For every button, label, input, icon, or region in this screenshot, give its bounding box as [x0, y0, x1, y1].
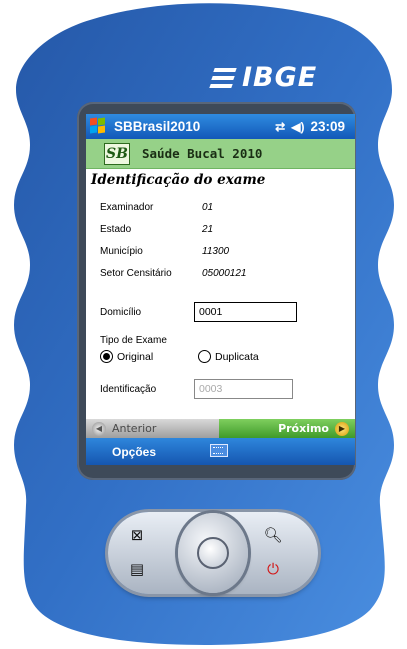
calendar-icon[interactable]: ⊠	[122, 524, 152, 546]
domicilio-input[interactable]: 0001	[194, 302, 297, 322]
radio-duplicata[interactable]: Duplicata	[198, 350, 259, 363]
navigation-bar: ◀ Anterior Próximo ▶	[86, 419, 355, 438]
center-action-button[interactable]	[197, 537, 229, 569]
keyboard-icon[interactable]	[210, 444, 228, 457]
info-row-examinador: Examinador 01	[100, 202, 213, 213]
identificacao-label: Identificação	[100, 384, 157, 395]
info-row-estado: Estado 21	[100, 224, 213, 235]
ibge-logo-mark-icon	[209, 67, 238, 88]
info-value: 21	[202, 224, 214, 235]
app-title: SBBrasil2010	[114, 119, 201, 134]
info-row-setor: Setor Censitário 05000121	[100, 268, 247, 279]
info-value: 01	[202, 202, 214, 213]
radio-duplicata-label: Duplicata	[215, 350, 259, 363]
windows-start-icon[interactable]	[90, 117, 108, 136]
info-value: 05000121	[202, 268, 247, 279]
info-label: Estado	[100, 224, 132, 235]
arrow-right-icon: ▶	[335, 421, 349, 436]
navigation-pad[interactable]	[178, 513, 248, 593]
title-bar: SBBrasil2010 ⇄ ◀) 23:09	[86, 114, 355, 139]
info-label: Setor Censitário	[100, 268, 172, 279]
next-label: Próximo	[278, 422, 329, 435]
app-banner: SB Saúde Bucal 2010	[86, 139, 355, 169]
status-area[interactable]: ⇄ ◀) 23:09	[275, 119, 345, 134]
domicilio-label: Domicílio	[100, 307, 142, 318]
banner-title: Saúde Bucal 2010	[142, 146, 263, 161]
radio-unselected-icon	[198, 350, 211, 363]
next-button[interactable]: Próximo ▶	[219, 419, 355, 438]
sb-logo: SB	[104, 142, 130, 165]
previous-button[interactable]: ◀ Anterior	[86, 419, 219, 438]
sync-arrows-icon: ⇄	[275, 119, 286, 134]
page-title: Identificação do exame	[91, 172, 266, 188]
info-label: Município	[100, 246, 143, 257]
radio-selected-icon	[100, 350, 113, 363]
power-icon[interactable]: ⏻	[258, 558, 288, 580]
contacts-icon[interactable]: ▤	[122, 558, 152, 580]
speaker-icon: ◀)	[291, 119, 305, 134]
identificacao-input: 0003	[194, 379, 293, 399]
tipo-exame-label: Tipo de Exame	[100, 335, 167, 346]
device-screen: SBBrasil2010 ⇄ ◀) 23:09 SB Saúde Bucal 2…	[86, 114, 355, 465]
info-value: 11300	[202, 246, 230, 257]
zoom-icon[interactable]: 🔍︎	[258, 524, 288, 546]
radio-original[interactable]: Original	[100, 350, 153, 363]
arrow-left-icon: ◀	[92, 421, 106, 436]
info-label: Examinador	[100, 202, 154, 213]
options-softkey[interactable]: Opções	[112, 445, 156, 459]
softkey-bar: Opções	[86, 438, 355, 465]
radio-original-label: Original	[117, 350, 154, 363]
ibge-logo: IBGE	[209, 62, 318, 93]
ibge-logo-text: IBGE	[242, 62, 318, 93]
info-row-municipio: Município 11300	[100, 246, 229, 257]
previous-label: Anterior	[112, 422, 157, 435]
clock-time: 23:09	[310, 119, 345, 134]
